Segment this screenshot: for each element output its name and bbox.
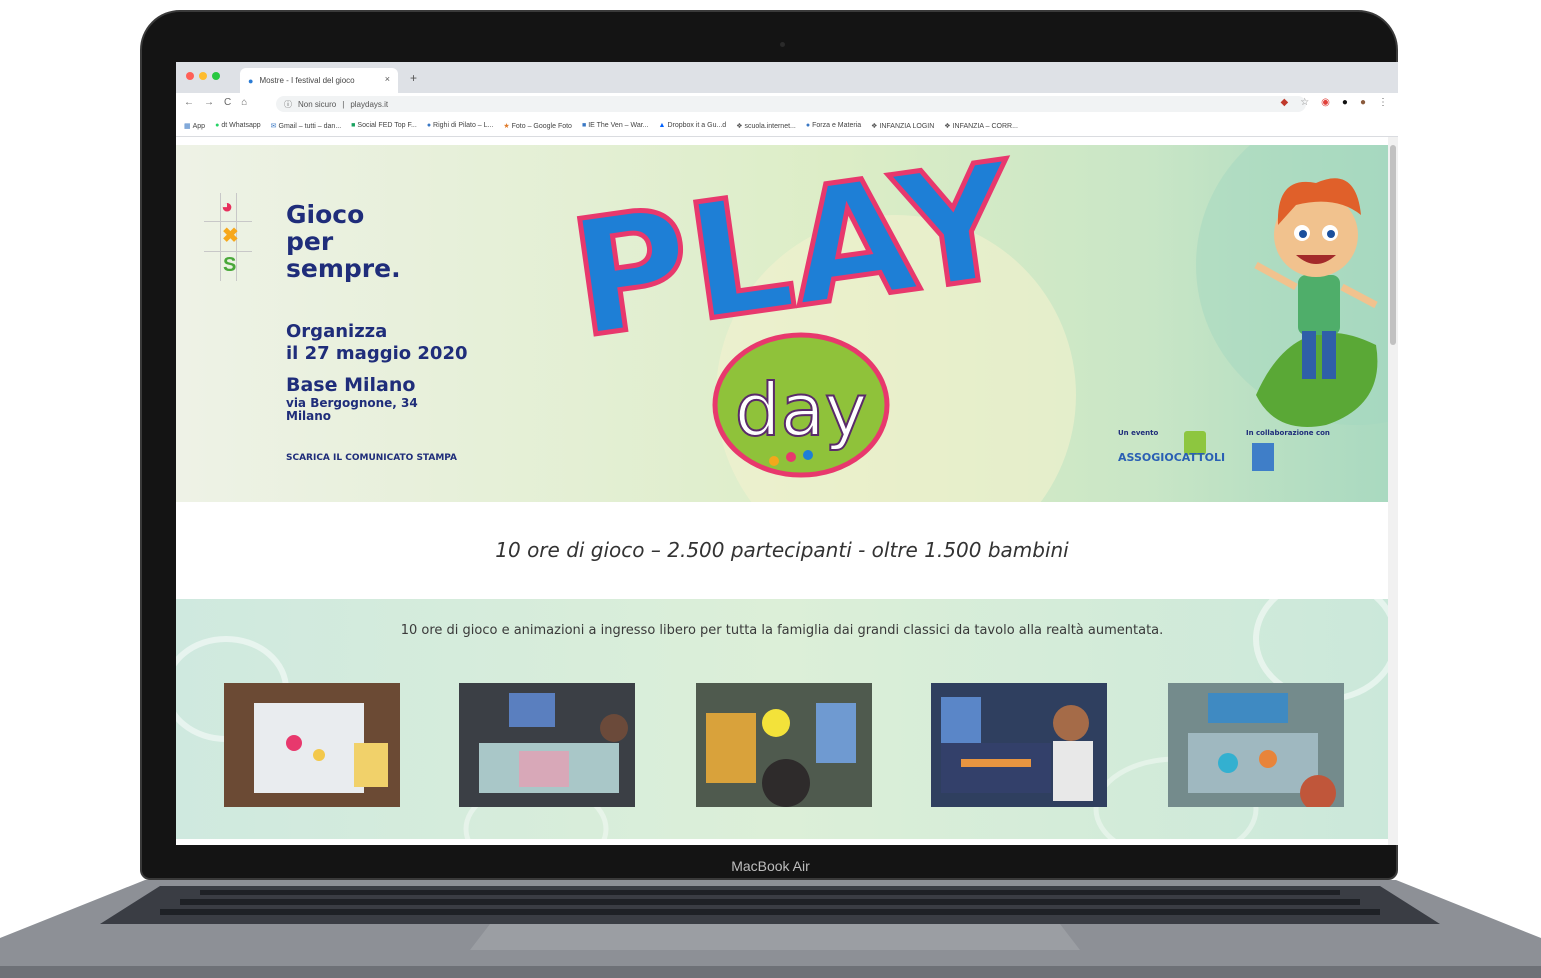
pinterest-icon[interactable]: ◉ <box>1321 97 1330 108</box>
home-button[interactable]: ⌂ <box>241 97 247 108</box>
tagline: Gioco per sempre. <box>286 200 401 283</box>
page-scrollbar[interactable] <box>1388 137 1398 845</box>
gallery-section: 10 ore di gioco e animazioni a ingresso … <box>176 599 1388 839</box>
bookmark-item[interactable]: ● dt Whatsapp <box>215 122 261 129</box>
play-day-logo: PLAY day <box>558 155 1031 478</box>
forward-button[interactable]: → <box>204 97 214 108</box>
event-by-label: Un evento <box>1118 429 1159 437</box>
browser-toolbar: ← → C ⌂ ⓘ Non sicuro | playdays.it ◆ ☆ ◉… <box>176 93 1398 115</box>
bookmark-item[interactable]: ❖ INFANZIA – CORR... <box>944 122 1018 130</box>
website: ◕ ✖ S Gioco per sempre. Organizza il 27 … <box>176 137 1398 845</box>
snake-icon: S <box>223 254 237 276</box>
camera <box>780 42 785 47</box>
window-controls <box>186 72 220 80</box>
gallery-photo[interactable] <box>224 683 400 807</box>
extensions: ◆ ☆ ◉ ● ● ⋮ <box>1281 97 1389 108</box>
globe-icon: ❖ <box>736 122 743 130</box>
browser-tab[interactable]: ● Mostre - I festival del gioco × <box>240 68 398 93</box>
day-wordmark: day <box>735 368 867 452</box>
bookmark-item[interactable]: ✉ Gmail – tutti – dan... <box>271 122 342 130</box>
venue-name: Base Milano <box>286 374 416 396</box>
bookmark-item[interactable]: ● Forza e Materia <box>806 122 861 129</box>
screen: ● Mostre - I festival del gioco × + ← → … <box>176 62 1398 845</box>
maximize-window-button[interactable] <box>212 72 220 80</box>
mascot-illustration <box>1254 178 1378 427</box>
gallery-photo[interactable] <box>1168 683 1344 807</box>
gallery-description: 10 ore di gioco e animazioni a ingresso … <box>400 623 1164 638</box>
globe-icon: ● <box>805 122 811 129</box>
tic-tac-toe-logo: ◕ ✖ S <box>204 193 252 281</box>
globe-icon: ❖ <box>944 122 951 130</box>
bookmark-item[interactable]: ❖ scuola.internet... <box>736 122 796 130</box>
favicon-icon: ● <box>248 75 254 86</box>
gallery-photo[interactable] <box>696 683 872 807</box>
assogiocattoli-logo[interactable]: ASSOGIOCATTOLI <box>1118 451 1225 464</box>
mail-icon: ✉ <box>270 122 277 130</box>
bookmark-item[interactable]: ● Righi di Pilato – L... <box>427 122 494 129</box>
bookmark-item[interactable]: ▦ App <box>184 122 205 130</box>
bookmarks-bar: ▦ App ● dt Whatsapp ✉ Gmail – tutti – dan..… <box>176 115 1398 137</box>
minimize-window-button[interactable] <box>199 72 207 80</box>
gallery-photo[interactable] <box>931 683 1107 807</box>
security-label: Non sicuro <box>298 99 337 109</box>
nav-buttons: ← → C ⌂ <box>184 97 247 108</box>
extension-icon[interactable]: ◆ <box>1281 97 1289 108</box>
press-release-link[interactable]: SCARICA IL COMUNICATO STAMPA <box>286 453 457 463</box>
globe-icon: ❖ <box>871 122 878 130</box>
apps-icon: ▦ <box>184 122 191 130</box>
partners: Un evento ASSOGIOCATTOLI In collaborazio… <box>1118 429 1338 489</box>
bookmark-icon: ■ <box>581 122 587 129</box>
bookmark-item[interactable]: ■ IE The Ven – War... <box>582 122 649 129</box>
menu-icon[interactable]: ⋮ <box>1378 97 1388 108</box>
photos-icon: ★ <box>503 122 510 130</box>
profile-avatar[interactable]: ● <box>1360 97 1366 108</box>
hero-banner: ◕ ✖ S Gioco per sempre. Organizza il 27 … <box>176 145 1388 502</box>
new-tab-button[interactable]: + <box>410 71 417 85</box>
reload-button[interactable]: C <box>224 97 231 108</box>
tab-title: Mostre - I festival del gioco <box>259 76 355 85</box>
collab-label: In collaborazione con <box>1246 429 1330 437</box>
bookmark-icon: ■ <box>351 122 356 129</box>
dropbox-icon: ▲ <box>658 122 666 129</box>
device-label: MacBook Air <box>731 858 810 874</box>
bookmark-star-icon[interactable]: ☆ <box>1300 97 1309 108</box>
bookmark-item[interactable]: ▲ Dropbox it a Gu...d <box>659 122 727 129</box>
laptop-base <box>0 880 1541 978</box>
back-button[interactable]: ← <box>184 97 194 108</box>
scrollbar-thumb[interactable] <box>1390 145 1396 345</box>
gallery-photo[interactable] <box>459 683 635 807</box>
bookmark-item[interactable]: ❖ INFANZIA LOGIN <box>871 122 934 130</box>
close-tab-button[interactable]: × <box>385 74 390 84</box>
close-window-button[interactable] <box>186 72 194 80</box>
bookmark-item[interactable]: ★ Foto – Google Foto <box>503 122 572 130</box>
record-icon[interactable]: ● <box>1342 97 1348 108</box>
browser-tab-strip: ● Mostre - I festival del gioco × + <box>176 62 1398 93</box>
stats-banner: 10 ore di gioco – 2.500 partecipanti - o… <box>176 502 1388 599</box>
play-wordmark: PLAY <box>561 155 1028 373</box>
event-date: Organizza il 27 maggio 2020 <box>286 321 468 364</box>
url-text: playdays.it <box>350 99 389 109</box>
bookmark-icon: ● <box>426 122 432 129</box>
address-bar[interactable]: ⓘ Non sicuro | playdays.it <box>276 96 1306 112</box>
partner-logo[interactable] <box>1252 443 1274 471</box>
whatsapp-icon: ● <box>215 122 220 129</box>
info-icon[interactable]: ⓘ <box>284 99 292 110</box>
venue-address: via Bergognone, 34 Milano <box>286 396 418 423</box>
bookmark-item[interactable]: ■ Social FED Top F... <box>351 122 417 129</box>
cross-icon: ✖ <box>222 225 239 247</box>
pacman-icon: ◕ <box>221 196 234 218</box>
